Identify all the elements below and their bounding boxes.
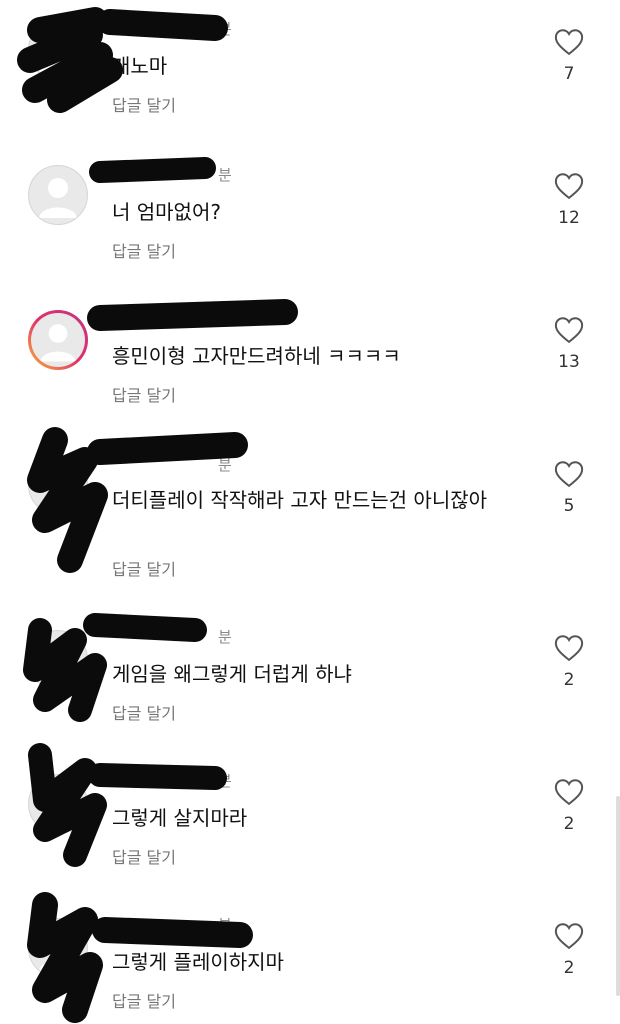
comment-time: 분 bbox=[218, 916, 232, 934]
default-avatar-icon bbox=[39, 33, 77, 73]
default-avatar-icon bbox=[39, 787, 77, 827]
reply-button[interactable]: 답글 달기 bbox=[112, 238, 176, 262]
comment-time: 분 bbox=[218, 20, 232, 38]
default-avatar-icon bbox=[39, 178, 77, 218]
avatar[interactable] bbox=[28, 20, 88, 80]
comment-text: 그렇게 살지마라 bbox=[112, 806, 248, 830]
comment-text: 그렇게 플레이하지마 bbox=[112, 950, 284, 974]
reply-button[interactable]: 답글 달기 bbox=[112, 382, 176, 406]
default-avatar-icon bbox=[39, 643, 77, 683]
avatar-story-ring[interactable] bbox=[28, 310, 88, 370]
reply-button[interactable]: 답글 달기 bbox=[112, 844, 176, 868]
heart-outline-icon[interactable] bbox=[554, 778, 584, 806]
like-count: 2 bbox=[563, 958, 575, 978]
reply-button[interactable]: 답글 달기 bbox=[112, 988, 176, 1012]
heart-outline-icon[interactable] bbox=[554, 634, 584, 662]
like-count: 7 bbox=[563, 64, 575, 84]
comment-text: 흥민이형 고자만드려하네 ㅋㅋㅋㅋ bbox=[112, 344, 401, 368]
like-count: 2 bbox=[563, 814, 575, 834]
avatar[interactable] bbox=[28, 455, 88, 515]
comment-time: 분 bbox=[218, 456, 232, 474]
comment-text: 너 엄마없어? bbox=[112, 200, 221, 224]
like-count: 5 bbox=[563, 496, 575, 516]
comment-time: 분 bbox=[218, 166, 232, 184]
avatar[interactable] bbox=[28, 165, 88, 225]
default-avatar-icon bbox=[39, 468, 77, 508]
default-avatar-icon bbox=[40, 324, 76, 362]
like-count: 13 bbox=[558, 352, 580, 372]
heart-outline-icon[interactable] bbox=[554, 922, 584, 950]
comment-time: 분 bbox=[218, 772, 232, 790]
like-count: 2 bbox=[563, 670, 575, 690]
comment-text: 게임을 왜그렇게 더럽게 하냐 bbox=[112, 662, 352, 686]
avatar[interactable] bbox=[28, 774, 88, 834]
like-count: 12 bbox=[558, 208, 580, 228]
heart-outline-icon[interactable] bbox=[554, 172, 584, 200]
heart-outline-icon[interactable] bbox=[554, 460, 584, 488]
reply-button[interactable]: 답글 달기 bbox=[112, 92, 176, 116]
heart-outline-icon[interactable] bbox=[554, 316, 584, 344]
avatar[interactable] bbox=[28, 630, 88, 690]
heart-outline-icon[interactable] bbox=[554, 28, 584, 56]
reply-button[interactable]: 답글 달기 bbox=[112, 700, 176, 724]
avatar[interactable] bbox=[28, 918, 88, 978]
comment-time: 분 bbox=[218, 628, 232, 646]
redaction-mark bbox=[87, 299, 298, 331]
default-avatar-icon bbox=[39, 931, 77, 971]
comment-text: 개노마 bbox=[112, 54, 168, 78]
comment-text: 더티플레이 작작해라 고자 만드는건 아니잖아 bbox=[112, 488, 488, 512]
redaction-mark bbox=[89, 157, 216, 183]
scrollbar[interactable] bbox=[616, 796, 620, 996]
reply-button[interactable]: 답글 달기 bbox=[112, 556, 176, 580]
